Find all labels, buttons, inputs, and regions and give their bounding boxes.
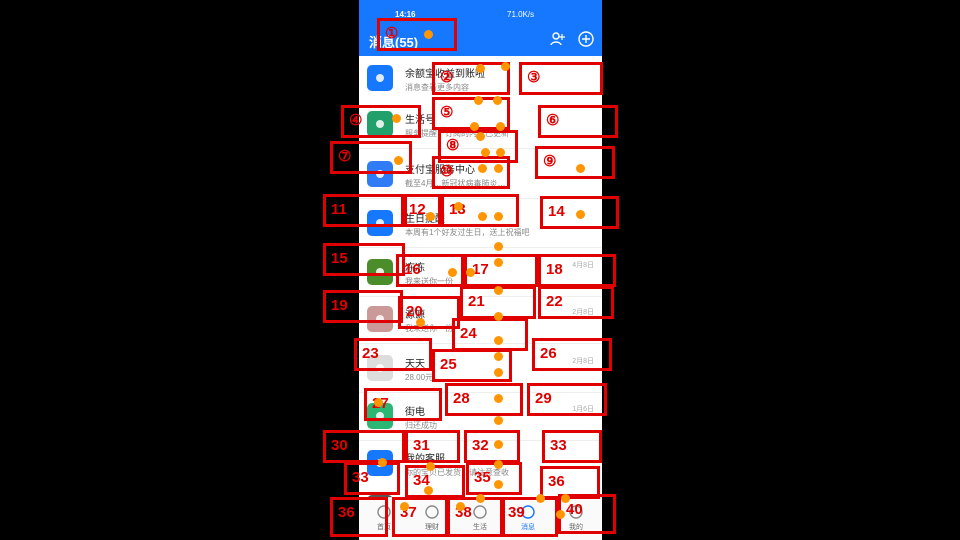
annotation-number: 21 xyxy=(468,293,485,310)
click-point-marker xyxy=(576,210,585,219)
click-point-marker xyxy=(476,132,485,141)
click-point-marker xyxy=(493,96,502,105)
annotation-number: 11 xyxy=(331,201,347,218)
click-point-marker xyxy=(374,398,383,407)
click-point-marker xyxy=(476,64,485,73)
click-point-marker xyxy=(496,122,505,131)
annotation-number: ⑦ xyxy=(338,148,352,165)
annotation-number: 30 xyxy=(331,437,348,454)
click-point-marker xyxy=(424,486,433,495)
status-network-speed: 71.0K/s xyxy=(507,10,535,19)
annotation-number: 33 xyxy=(550,437,567,454)
annotation-number: 39 xyxy=(508,504,525,521)
annotation-number: ⑩ xyxy=(440,163,454,180)
click-point-marker xyxy=(494,440,503,449)
click-point-marker xyxy=(536,494,545,503)
annotation-number: 15 xyxy=(331,250,348,267)
annotation-number: ⑤ xyxy=(440,104,454,121)
click-point-marker xyxy=(494,258,503,267)
click-point-marker xyxy=(561,494,570,503)
annotation-number: ⑥ xyxy=(546,112,560,129)
click-point-marker xyxy=(416,318,425,327)
annotation-number: 40 xyxy=(566,501,583,518)
annotation-number: 36 xyxy=(548,473,565,490)
annotation-number: 24 xyxy=(460,325,477,342)
annotation-number: 18 xyxy=(546,261,563,278)
click-point-marker xyxy=(494,352,503,361)
click-point-marker xyxy=(392,114,401,123)
add-icon[interactable] xyxy=(577,30,595,48)
click-point-marker xyxy=(478,212,487,221)
click-point-marker xyxy=(496,148,505,157)
annotation-number: 19 xyxy=(331,297,348,314)
annotation-number: 28 xyxy=(453,390,470,407)
click-point-marker xyxy=(454,202,463,211)
click-point-marker xyxy=(494,336,503,345)
click-point-marker xyxy=(494,394,503,403)
click-point-marker xyxy=(481,148,490,157)
click-point-marker xyxy=(474,96,483,105)
click-point-marker xyxy=(494,312,503,321)
bell-icon xyxy=(367,65,393,91)
click-point-marker xyxy=(426,212,435,221)
annotation-number: ⑧ xyxy=(446,137,460,154)
annotation-number: ⑨ xyxy=(543,153,557,170)
annotation-number: ① xyxy=(385,25,399,42)
screen: 14:16 71.0K/s 消息(55) 余额宝收益到账啦 消息查看更多内容 生活号… xyxy=(0,0,960,540)
annotation-number: 29 xyxy=(535,390,552,407)
annotation-number: 32 xyxy=(472,437,489,454)
click-point-marker xyxy=(456,502,465,511)
annotation-number: ② xyxy=(440,69,454,86)
click-point-marker xyxy=(494,416,503,425)
annotation-number: 36 xyxy=(338,504,355,521)
annotation-number: ③ xyxy=(527,69,541,86)
annotation-number: 31 xyxy=(413,437,430,454)
click-point-marker xyxy=(476,494,485,503)
click-point-marker xyxy=(470,122,479,131)
annotation-number: 25 xyxy=(440,356,457,373)
click-point-marker xyxy=(556,510,565,519)
annotation-number: 35 xyxy=(474,469,491,486)
click-point-marker xyxy=(424,30,433,39)
annotation-number: ④ xyxy=(349,112,363,129)
click-point-marker xyxy=(400,502,409,511)
click-point-marker xyxy=(494,242,503,251)
click-point-marker xyxy=(394,156,403,165)
click-point-marker xyxy=(501,62,510,71)
click-point-marker xyxy=(378,458,387,467)
annotation-number: 33 xyxy=(352,469,369,486)
click-point-marker xyxy=(426,462,435,471)
click-point-marker xyxy=(466,268,475,277)
click-point-marker xyxy=(448,268,457,277)
contacts-icon[interactable] xyxy=(549,30,567,48)
annotation-number: 23 xyxy=(362,345,379,362)
annotation-number: 20 xyxy=(406,303,423,320)
click-point-marker xyxy=(494,286,503,295)
click-point-marker xyxy=(494,368,503,377)
click-point-marker xyxy=(494,480,503,489)
annotation-number: 22 xyxy=(546,293,563,310)
annotation-number: 16 xyxy=(404,261,421,278)
annotation-number: 26 xyxy=(540,345,557,362)
click-point-marker xyxy=(494,460,503,469)
click-point-marker xyxy=(478,164,487,173)
click-point-marker xyxy=(494,164,503,173)
click-point-marker xyxy=(494,212,503,221)
click-point-marker xyxy=(576,164,585,173)
annotation-number: 14 xyxy=(548,203,565,220)
annotation-number: 12 xyxy=(409,201,426,218)
